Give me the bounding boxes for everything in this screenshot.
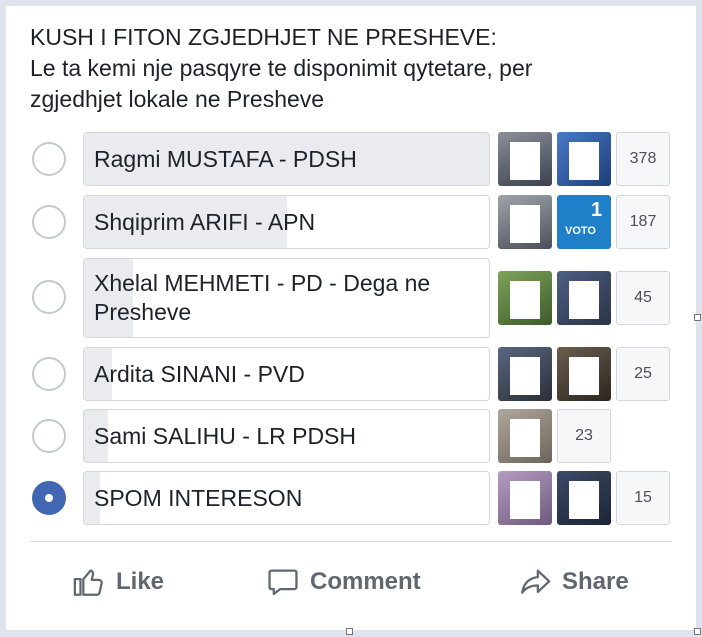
voter-avatar[interactable]	[498, 195, 552, 249]
voter-avatar[interactable]	[498, 132, 552, 186]
resize-handle[interactable]	[346, 628, 353, 635]
poll-radio-button[interactable]	[32, 280, 66, 314]
voter-avatar[interactable]	[498, 471, 552, 525]
post-text: KUSH I FITON ZGJEDHJET NE PRESHEVE: Le t…	[30, 22, 670, 115]
voter-avatar[interactable]	[498, 271, 552, 325]
poll-option-label: Sami SALIHU - LR PDSH	[94, 423, 357, 449]
comment-icon	[268, 569, 298, 596]
poll-option-label: Ardita SINANI - PVD	[94, 361, 305, 387]
voter-avatar[interactable]	[498, 347, 552, 401]
vote-count[interactable]: 15	[616, 471, 670, 525]
voter-avatar[interactable]	[498, 409, 552, 463]
like-button[interactable]: Like	[72, 558, 164, 606]
poll-option-bar[interactable]: Sami SALIHU - LR PDSH	[83, 409, 490, 463]
poll-option-bar[interactable]: Ragmi MUSTAFA - PDSH	[83, 132, 490, 186]
vote-count[interactable]: 25	[616, 347, 670, 401]
poll-option-bar[interactable]: Shqiprim ARIFI - APN	[83, 195, 490, 249]
post-title-line: KUSH I FITON ZGJEDHJET NE PRESHEVE:	[30, 24, 497, 50]
voter-avatar[interactable]	[557, 347, 611, 401]
poll-radio-button-selected[interactable]	[32, 481, 66, 515]
badge-text: VOTO	[565, 225, 596, 237]
poll-post-card: KUSH I FITON ZGJEDHJET NE PRESHEVE: Le t…	[6, 6, 696, 630]
divider	[30, 541, 672, 542]
share-label: Share	[562, 568, 629, 595]
vote-count[interactable]: 23	[557, 409, 611, 463]
poll-radio-button[interactable]	[32, 205, 66, 239]
thumbs-up-icon	[73, 569, 103, 596]
poll-radio-button[interactable]	[32, 357, 66, 391]
poll-option-bar[interactable]: Ardita SINANI - PVD	[83, 347, 490, 401]
vote-count[interactable]: 378	[616, 132, 670, 186]
voter-avatar[interactable]	[557, 132, 611, 186]
post-actions: Like Comment Share	[6, 558, 696, 606]
voter-avatar[interactable]: 1 VOTO	[557, 195, 611, 249]
poll-option-label: Shqiprim ARIFI - APN	[94, 209, 316, 235]
share-button[interactable]: Share	[518, 558, 629, 606]
poll-option-bar[interactable]: Xhelal MEHMETI - PD - Dega ne Presheve	[83, 258, 490, 338]
poll-option-bar[interactable]: SPOM INTERESON	[83, 471, 490, 525]
vote-count[interactable]: 187	[616, 195, 670, 249]
poll-option-label: SPOM INTERESON	[94, 485, 303, 511]
like-label: Like	[116, 568, 165, 595]
badge-number: 1	[591, 199, 603, 221]
comment-label: Comment	[310, 568, 421, 595]
vote-count[interactable]: 45	[616, 271, 670, 325]
poll-option-label: Ragmi MUSTAFA - PDSH	[94, 146, 357, 172]
poll-option-label: Xhelal MEHMETI - PD - Dega ne Presheve	[94, 270, 431, 325]
comment-button[interactable]: Comment	[266, 558, 421, 606]
poll-radio-button[interactable]	[32, 142, 66, 176]
poll-radio-button[interactable]	[32, 419, 66, 453]
voter-avatar[interactable]	[557, 471, 611, 525]
resize-handle[interactable]	[694, 314, 701, 321]
share-icon	[521, 569, 551, 594]
post-text-line: Le ta kemi nje pasqyre te disponimit qyt…	[30, 55, 533, 81]
voter-avatar[interactable]	[557, 271, 611, 325]
post-text-line: zgjedhjet lokale ne Presheve	[30, 86, 325, 112]
resize-handle[interactable]	[694, 628, 701, 635]
